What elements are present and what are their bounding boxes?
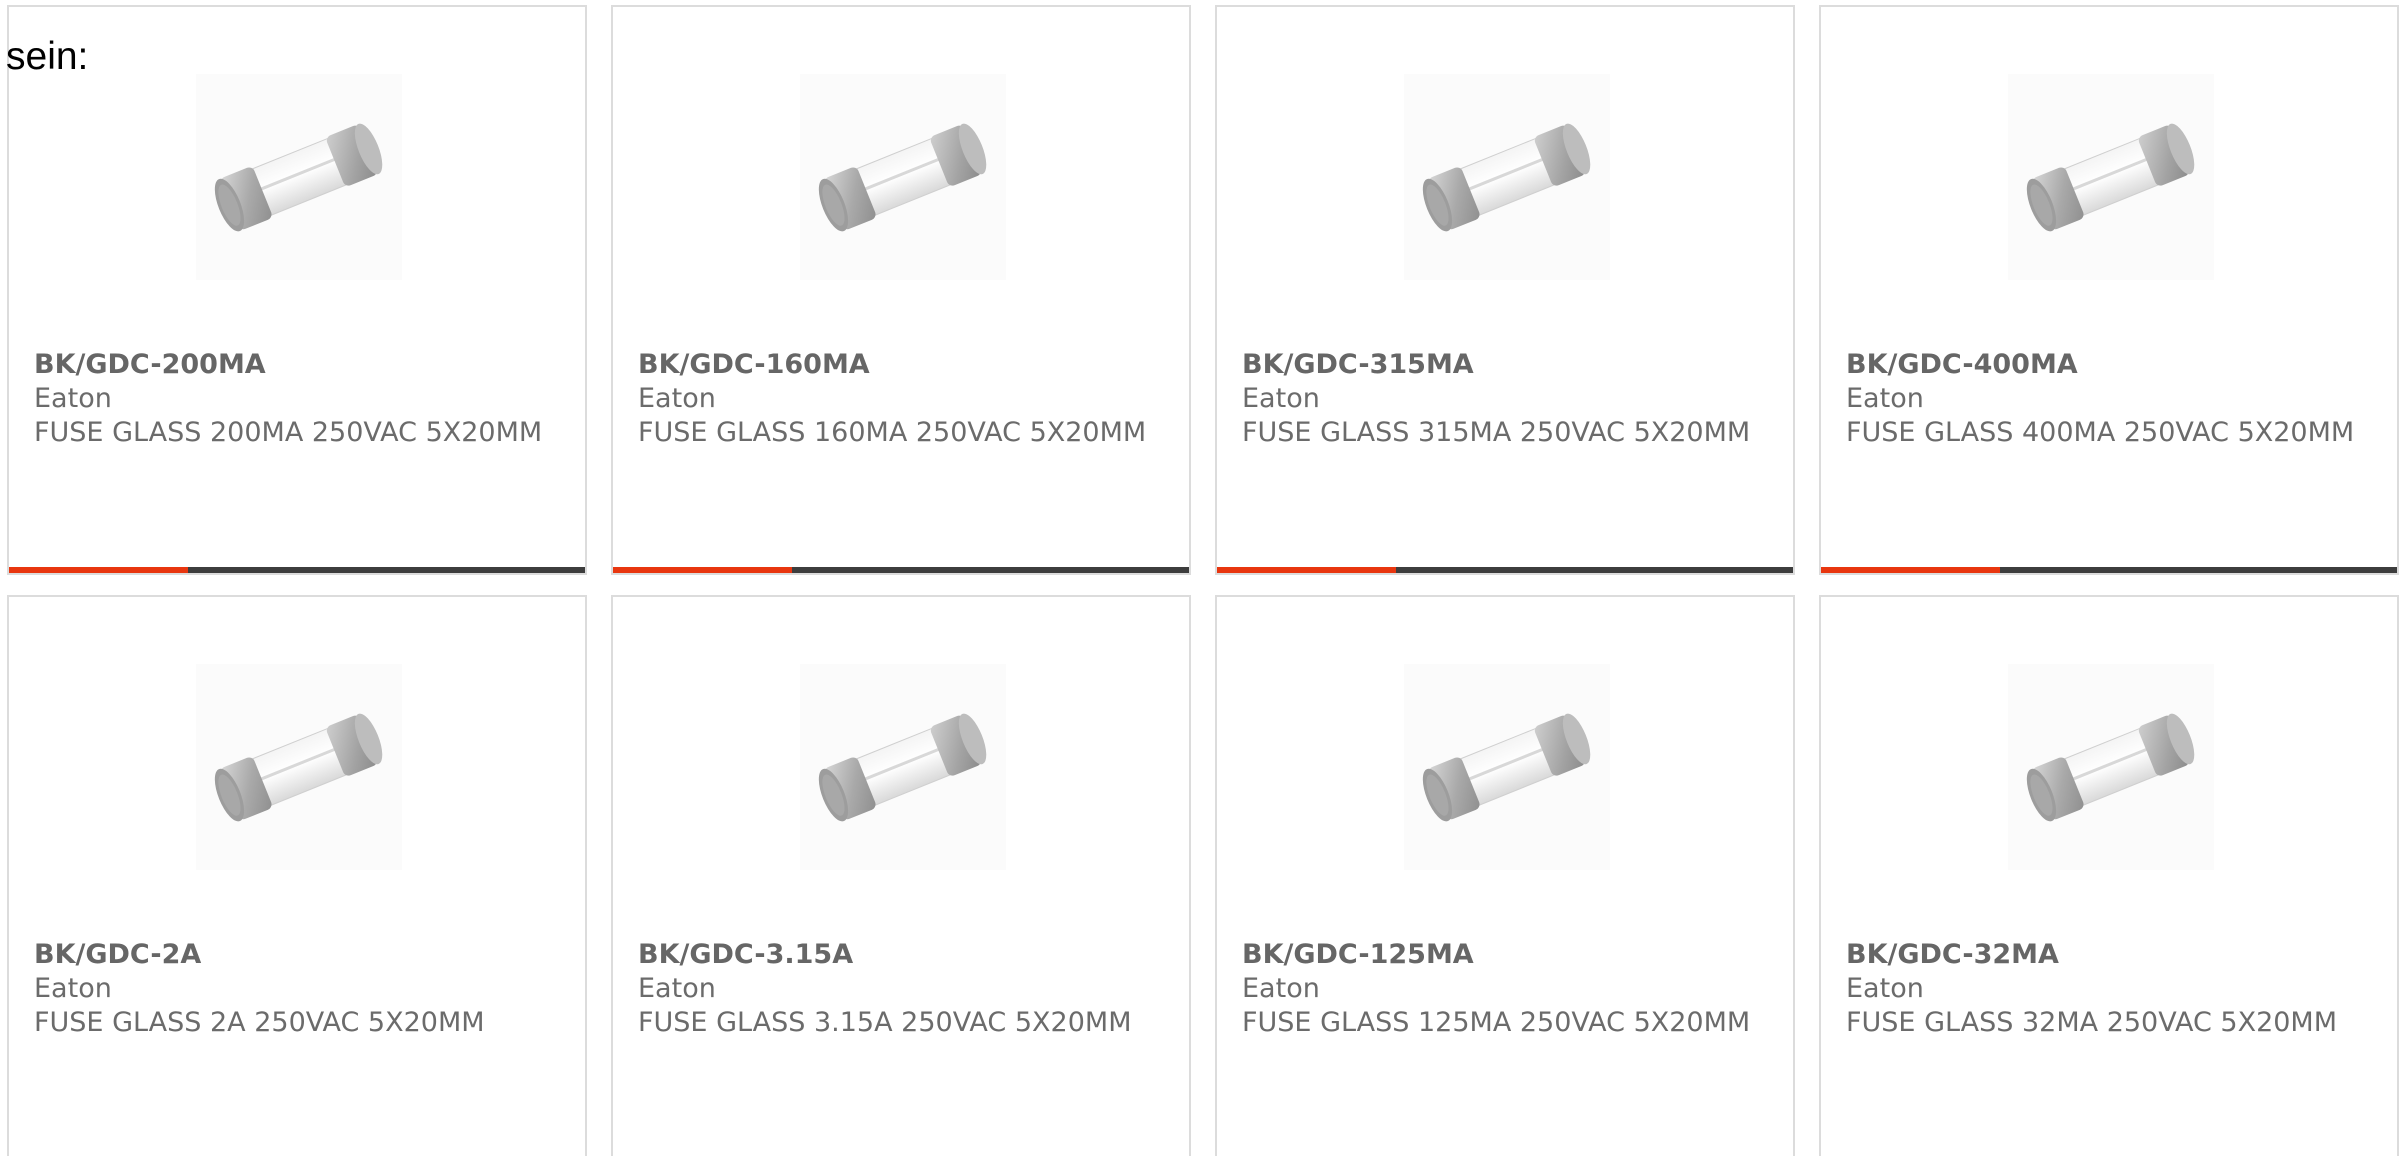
product-card[interactable]: BK/GDC-125MA Eaton FUSE GLASS 125MA 250V… <box>1215 595 1795 1156</box>
product-manufacturer: Eaton <box>34 973 112 1004</box>
glass-fuse-icon <box>2008 664 2214 870</box>
product-description: FUSE GLASS 400MA 250VAC 5X20MM <box>1846 417 2355 448</box>
product-info: BK/GDC-32MA Eaton FUSE GLASS 32MA 250VAC… <box>1846 938 2377 1040</box>
product-card[interactable]: BK/GDC-200MA Eaton FUSE GLASS 200MA 250V… <box>7 5 587 575</box>
product-description: FUSE GLASS 315MA 250VAC 5X20MM <box>1242 417 1751 448</box>
product-info: BK/GDC-125MA Eaton FUSE GLASS 125MA 250V… <box>1242 938 1773 1040</box>
product-part-number[interactable]: BK/GDC-32MA <box>1846 938 2377 972</box>
product-part-number[interactable]: BK/GDC-3.15A <box>638 938 1169 972</box>
product-card[interactable]: BK/GDC-160MA Eaton FUSE GLASS 160MA 250V… <box>611 5 1191 575</box>
product-part-number[interactable]: BK/GDC-200MA <box>34 348 565 382</box>
progress-bar <box>613 567 1189 573</box>
progress-fill <box>1821 567 2000 573</box>
product-card[interactable]: BK/GDC-32MA Eaton FUSE GLASS 32MA 250VAC… <box>1819 595 2399 1156</box>
glass-fuse-icon <box>1404 664 1610 870</box>
product-manufacturer: Eaton <box>1242 973 1320 1004</box>
glass-fuse-icon <box>800 74 1006 280</box>
product-info: BK/GDC-160MA Eaton FUSE GLASS 160MA 250V… <box>638 348 1169 450</box>
product-description: FUSE GLASS 3.15A 250VAC 5X20MM <box>638 1007 1132 1038</box>
product-part-number[interactable]: BK/GDC-160MA <box>638 348 1169 382</box>
glass-fuse-icon <box>800 664 1006 870</box>
product-manufacturer: Eaton <box>638 383 716 414</box>
product-card[interactable]: BK/GDC-400MA Eaton FUSE GLASS 400MA 250V… <box>1819 5 2399 575</box>
product-manufacturer: Eaton <box>638 973 716 1004</box>
glass-fuse-icon <box>196 664 402 870</box>
product-info: BK/GDC-315MA Eaton FUSE GLASS 315MA 250V… <box>1242 348 1773 450</box>
product-info: BK/GDC-200MA Eaton FUSE GLASS 200MA 250V… <box>34 348 565 450</box>
glass-fuse-icon <box>1404 74 1610 280</box>
product-description: FUSE GLASS 160MA 250VAC 5X20MM <box>638 417 1147 448</box>
product-info: BK/GDC-400MA Eaton FUSE GLASS 400MA 250V… <box>1846 348 2377 450</box>
progress-bar <box>9 567 585 573</box>
product-manufacturer: Eaton <box>1242 383 1320 414</box>
progress-bar <box>1821 567 2397 573</box>
glass-fuse-icon <box>2008 74 2214 280</box>
product-part-number[interactable]: BK/GDC-315MA <box>1242 348 1773 382</box>
product-manufacturer: Eaton <box>1846 973 1924 1004</box>
product-card[interactable]: BK/GDC-3.15A Eaton FUSE GLASS 3.15A 250V… <box>611 595 1191 1156</box>
glass-fuse-icon <box>196 74 402 280</box>
product-part-number[interactable]: BK/GDC-125MA <box>1242 938 1773 972</box>
product-info: BK/GDC-2A Eaton FUSE GLASS 2A 250VAC 5X2… <box>34 938 565 1040</box>
progress-bar <box>1217 567 1793 573</box>
product-description: FUSE GLASS 32MA 250VAC 5X20MM <box>1846 1007 2338 1038</box>
product-card[interactable]: BK/GDC-315MA Eaton FUSE GLASS 315MA 250V… <box>1215 5 1795 575</box>
progress-fill <box>9 567 188 573</box>
progress-fill <box>1217 567 1396 573</box>
product-manufacturer: Eaton <box>1846 383 1924 414</box>
product-description: FUSE GLASS 200MA 250VAC 5X20MM <box>34 417 543 448</box>
product-description: FUSE GLASS 125MA 250VAC 5X20MM <box>1242 1007 1751 1038</box>
product-part-number[interactable]: BK/GDC-400MA <box>1846 348 2377 382</box>
product-part-number[interactable]: BK/GDC-2A <box>34 938 565 972</box>
product-info: BK/GDC-3.15A Eaton FUSE GLASS 3.15A 250V… <box>638 938 1169 1040</box>
progress-fill <box>613 567 792 573</box>
product-card[interactable]: BK/GDC-2A Eaton FUSE GLASS 2A 250VAC 5X2… <box>7 595 587 1156</box>
intro-text: sein: <box>6 35 89 78</box>
product-grid: BK/GDC-200MA Eaton FUSE GLASS 200MA 250V… <box>7 5 2400 1156</box>
product-description: FUSE GLASS 2A 250VAC 5X20MM <box>34 1007 485 1038</box>
product-manufacturer: Eaton <box>34 383 112 414</box>
